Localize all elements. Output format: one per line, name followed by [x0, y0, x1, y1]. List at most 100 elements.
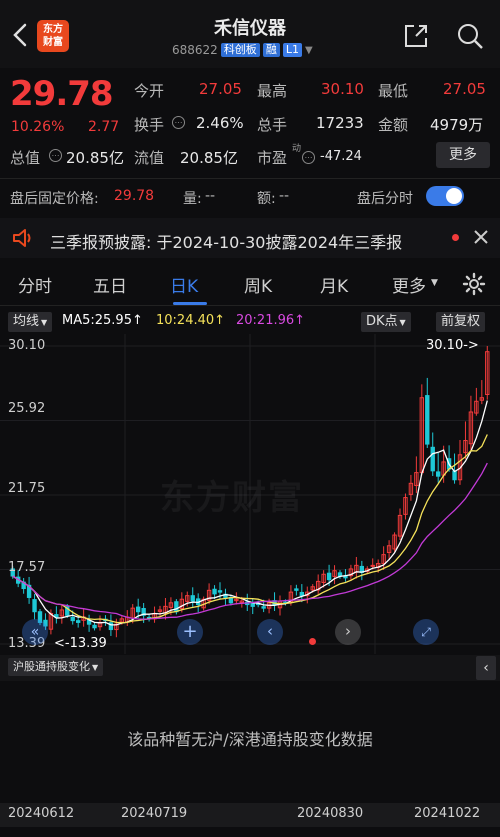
board-tag: 科创板	[220, 43, 260, 57]
max-price-marker: 30.10->	[426, 338, 479, 353]
share-icon[interactable]	[402, 22, 430, 54]
stock-code-row: 688622 科创板 融 L1 ▼	[172, 42, 313, 58]
after-hours-vol-label: 量:	[183, 191, 202, 207]
volume-label: 总手	[257, 116, 288, 134]
x-tick-label: 20240719	[121, 806, 188, 821]
indicator-select[interactable]: 均线 ▼	[8, 312, 53, 332]
candle	[430, 446, 435, 472]
margin-tag: 融	[262, 43, 280, 57]
pe-value: -47.24	[320, 149, 362, 164]
unread-dot	[452, 234, 459, 241]
amount-value: 4979万	[430, 116, 484, 134]
y-tick-label: 21.75	[8, 481, 46, 496]
chevron-left-icon[interactable]: ‹	[476, 656, 496, 680]
search-icon[interactable]	[456, 22, 484, 54]
after-hours-toggle[interactable]	[426, 186, 464, 206]
fullscreen-icon[interactable]: ⤢	[413, 619, 439, 645]
float-value: 20.85亿	[180, 149, 238, 167]
info-circle-icon[interactable]: ⋯	[302, 151, 315, 164]
turnover-label: 换手	[134, 116, 165, 134]
tab-intraday[interactable]: 分时	[18, 272, 52, 297]
stock-detail-screen: { "header": { "title": "禾信仪器", "code": "…	[0, 0, 500, 837]
ma20-value: 20:21.96↑	[236, 313, 306, 328]
min-price-marker: <-13.39	[54, 636, 107, 651]
info-circle-icon[interactable]: ⋯	[49, 149, 62, 162]
ma5-value: MA5:25.95↑	[62, 313, 143, 328]
hk-connect-select[interactable]: 沪股通持股变化 ▼	[8, 658, 104, 676]
stock-code: 688622	[172, 43, 218, 57]
candle	[32, 599, 37, 613]
after-hours-price: 29.78	[114, 188, 155, 204]
candle	[190, 595, 195, 602]
tab-daily-k[interactable]: 日K	[170, 272, 198, 297]
close-icon[interactable]	[472, 228, 490, 250]
candle	[452, 470, 457, 481]
change-percent: 10.26%	[11, 119, 65, 135]
tab-monthly-k[interactable]: 月K	[320, 272, 348, 297]
x-tick-label: 20240830	[297, 806, 364, 821]
mktcap-value: 20.85亿	[66, 149, 124, 167]
active-tab-indicator	[173, 302, 207, 305]
candle	[294, 588, 299, 591]
gear-icon[interactable]	[462, 272, 486, 300]
after-hours-price-label: 盘后固定价格:	[10, 191, 99, 207]
y-tick-label: 25.92	[8, 401, 46, 416]
notice-text: 三季报预披露: 于2024-10-30披露2024年三季报	[50, 233, 403, 252]
candle	[212, 588, 217, 595]
candle	[75, 620, 81, 623]
candle	[326, 572, 332, 581]
after-hours-amt-label: 额:	[257, 191, 276, 207]
level-tag: L1	[282, 43, 302, 57]
candle	[92, 624, 97, 629]
x-tick-label: 20241022	[414, 806, 481, 821]
candle	[135, 606, 141, 613]
after-hours-toggle-label: 盘后分时	[357, 191, 413, 207]
open-value: 27.05	[199, 80, 242, 98]
pe-superscript: 动	[292, 144, 302, 154]
candle	[250, 603, 255, 607]
info-circle-icon[interactable]: ⋯	[172, 116, 185, 129]
dk-point-select[interactable]: DK点 ▼	[361, 312, 411, 332]
hk-empty-message: 该品种暂无沪/深港通持股变化数据	[127, 730, 373, 749]
candle	[217, 590, 223, 593]
dropdown-caret-icon[interactable]: ▼	[305, 45, 313, 56]
scroll-left-icon[interactable]: ‹	[257, 619, 283, 645]
open-label: 今开	[134, 82, 165, 100]
more-button[interactable]: 更多	[436, 142, 490, 168]
zoom-in-icon[interactable]: +	[177, 619, 203, 645]
low-label: 最低	[378, 82, 409, 100]
candle	[435, 471, 441, 477]
tab-weekly-k[interactable]: 周K	[244, 272, 272, 297]
candle	[261, 606, 266, 609]
candle	[337, 572, 343, 577]
more-caret-icon[interactable]: ▼	[431, 278, 438, 288]
current-price: 29.78	[10, 74, 114, 114]
low-value: 27.05	[443, 80, 486, 98]
high-value: 30.10	[321, 80, 364, 98]
candle	[70, 616, 75, 622]
candle	[425, 395, 430, 445]
latest-point-dot	[309, 638, 316, 645]
after-hours-vol: --	[205, 188, 216, 204]
candle	[299, 591, 305, 597]
candle	[174, 601, 179, 613]
ma10-value: 10:24.40↑	[156, 313, 226, 328]
scroll-right-icon[interactable]: ›	[335, 619, 361, 645]
high-label: 最高	[257, 82, 288, 100]
mktcap-label: 总值	[10, 149, 41, 167]
after-hours-amt: --	[279, 188, 290, 204]
turnover-value: 2.46%	[196, 114, 244, 132]
watermark: 东方财富	[160, 478, 304, 518]
amount-label: 金额	[378, 116, 409, 134]
scroll-left-fast-icon[interactable]: «	[22, 619, 48, 645]
tab-more[interactable]: 更多	[392, 272, 426, 297]
speaker-icon	[12, 228, 34, 252]
y-tick-label: 17.57	[8, 560, 46, 575]
float-label: 流值	[134, 149, 165, 167]
change-amount: 2.77	[88, 119, 120, 135]
x-tick-label: 20240612	[8, 806, 75, 821]
adjust-select[interactable]: 前复权	[436, 312, 486, 332]
tab-five-day[interactable]: 五日	[93, 272, 127, 297]
pe-label: 市盈	[257, 149, 288, 167]
candle	[370, 564, 375, 567]
